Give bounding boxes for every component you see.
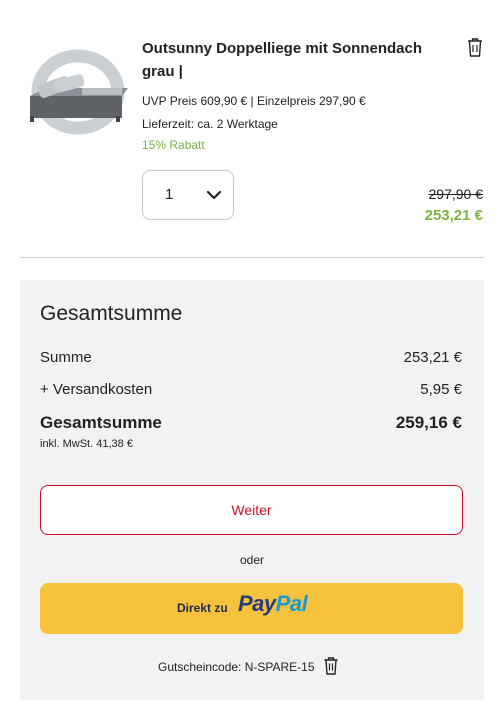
cart-item: Outsunny Doppelliege mit Sonnendach grau… [0,0,500,258]
coupon-code: Gutscheincode: N-SPARE-15 [158,660,315,674]
shipping-value: 5,95 € [420,381,462,398]
original-price: 297,90 € [428,186,484,202]
chevron-down-icon [206,190,222,200]
quantity-value: 1 [165,186,174,203]
subtotal-label: Summe [40,349,92,366]
trash-icon[interactable] [323,656,339,675]
price-info: UVP Preis 609,90 € | Einzelpreis 297,90 … [142,94,366,108]
divider [20,257,484,258]
quantity-select[interactable]: 1 [142,170,234,220]
total-label: Gesamtsumme [40,413,162,432]
paypal-logo: PayPal [238,591,308,616]
paypal-prefix: Direkt zu [177,601,228,615]
discount-label: 15% Rabatt [142,138,205,152]
paypal-checkout-button[interactable]: Direkt zu PayPal [40,583,463,634]
trash-icon[interactable] [466,37,484,57]
total-value: 259,16 € [395,413,462,432]
summary-title: Gesamtsumme [40,302,183,325]
product-image[interactable] [20,40,128,136]
order-summary: Gesamtsumme Summe 253,21 € + Versandkost… [20,280,484,700]
or-separator: oder [239,553,265,567]
shipping-label: + Versandkosten [40,381,153,398]
delivery-time: Lieferzeit: ca. 2 Werktage [142,117,278,131]
discounted-price: 253,21 € [424,207,483,224]
continue-button[interactable]: Weiter [40,485,463,535]
subtotal-value: 253,21 € [403,349,462,366]
vat-note: inkl. MwSt. 41,38 € [40,438,133,450]
product-title[interactable]: Outsunny Doppelliege mit Sonnendach grau… [142,37,432,83]
